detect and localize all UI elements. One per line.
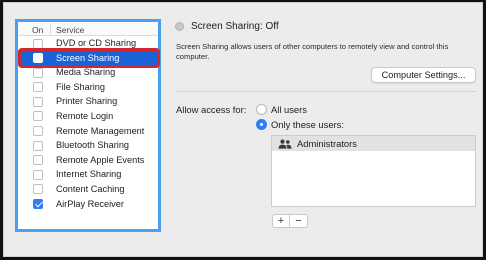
add-remove-control: + −: [272, 214, 308, 228]
service-label: Remote Apple Events: [56, 154, 145, 165]
service-status-text: Screen Sharing: Off: [191, 21, 279, 32]
service-checkbox[interactable]: [33, 111, 43, 122]
service-checkbox[interactable]: [33, 199, 43, 210]
service-checkbox[interactable]: [33, 184, 43, 195]
service-checkbox[interactable]: [33, 82, 43, 93]
add-user-button[interactable]: +: [273, 215, 290, 227]
service-label: Remote Login: [56, 110, 114, 121]
only-these-users-label[interactable]: Only these users:: [271, 119, 344, 130]
service-row[interactable]: DVD or CD Sharing: [18, 36, 158, 51]
service-checkbox[interactable]: [33, 140, 43, 151]
service-label: Bluetooth Sharing: [56, 140, 130, 151]
service-checkbox[interactable]: [33, 67, 43, 78]
column-header-on[interactable]: On: [32, 25, 43, 35]
service-row[interactable]: Remote Login: [18, 109, 158, 124]
allowed-users-list: Administrators: [271, 135, 476, 207]
service-label: Screen Sharing: [56, 52, 120, 63]
service-description: Screen Sharing allows users of other com…: [176, 42, 449, 61]
service-row[interactable]: File Sharing: [18, 80, 158, 95]
allow-access-label: Allow access for:: [176, 104, 247, 115]
services-list-panel: On Service DVD or CD Sharing Screen Shari…: [15, 19, 161, 232]
service-label: Media Sharing: [56, 67, 116, 78]
service-row[interactable]: Content Caching: [18, 182, 158, 197]
sharing-window: On Service DVD or CD Sharing Screen Shari…: [3, 2, 483, 257]
service-row[interactable]: Bluetooth Sharing: [18, 138, 158, 153]
remove-user-button[interactable]: −: [290, 215, 307, 227]
service-row[interactable]: Screen Sharing: [18, 47, 160, 68]
service-label: DVD or CD Sharing: [56, 38, 137, 48]
service-checkbox[interactable]: [33, 96, 43, 107]
user-row-administrators[interactable]: Administrators: [272, 136, 475, 151]
service-row[interactable]: Remote Management: [18, 124, 158, 139]
service-checkbox[interactable]: [33, 126, 43, 137]
service-row[interactable]: AirPlay Receiver: [18, 197, 158, 212]
divider: [175, 91, 476, 92]
service-checkbox[interactable]: [33, 38, 43, 49]
service-checkbox[interactable]: [33, 53, 43, 64]
service-checkbox[interactable]: [33, 155, 43, 166]
service-label: Internet Sharing: [56, 169, 122, 180]
services-list: DVD or CD Sharing Screen Sharing Media Sha…: [18, 36, 160, 212]
service-label: Printer Sharing: [56, 96, 118, 107]
column-separator: [50, 24, 51, 34]
all-users-radio[interactable]: [256, 104, 267, 115]
all-users-label[interactable]: All users: [271, 104, 307, 115]
service-label: Content Caching: [56, 183, 125, 194]
service-row[interactable]: Media Sharing: [18, 65, 158, 80]
service-row[interactable]: Remote Apple Events: [18, 153, 158, 168]
status-indicator-icon: [175, 22, 184, 31]
service-row[interactable]: Internet Sharing: [18, 167, 158, 182]
only-these-users-radio[interactable]: [256, 119, 267, 130]
service-label: AirPlay Receiver: [56, 198, 124, 209]
group-icon: [278, 139, 292, 149]
computer-settings-button[interactable]: Computer Settings...: [371, 67, 476, 83]
service-row[interactable]: Printer Sharing: [18, 94, 158, 109]
service-checkbox[interactable]: [33, 169, 43, 180]
user-name: Administrators: [297, 138, 357, 149]
column-header-service[interactable]: Service: [56, 25, 84, 35]
service-label: File Sharing: [56, 81, 106, 92]
service-label: Remote Management: [56, 125, 145, 136]
services-list-header: On Service: [18, 22, 158, 36]
